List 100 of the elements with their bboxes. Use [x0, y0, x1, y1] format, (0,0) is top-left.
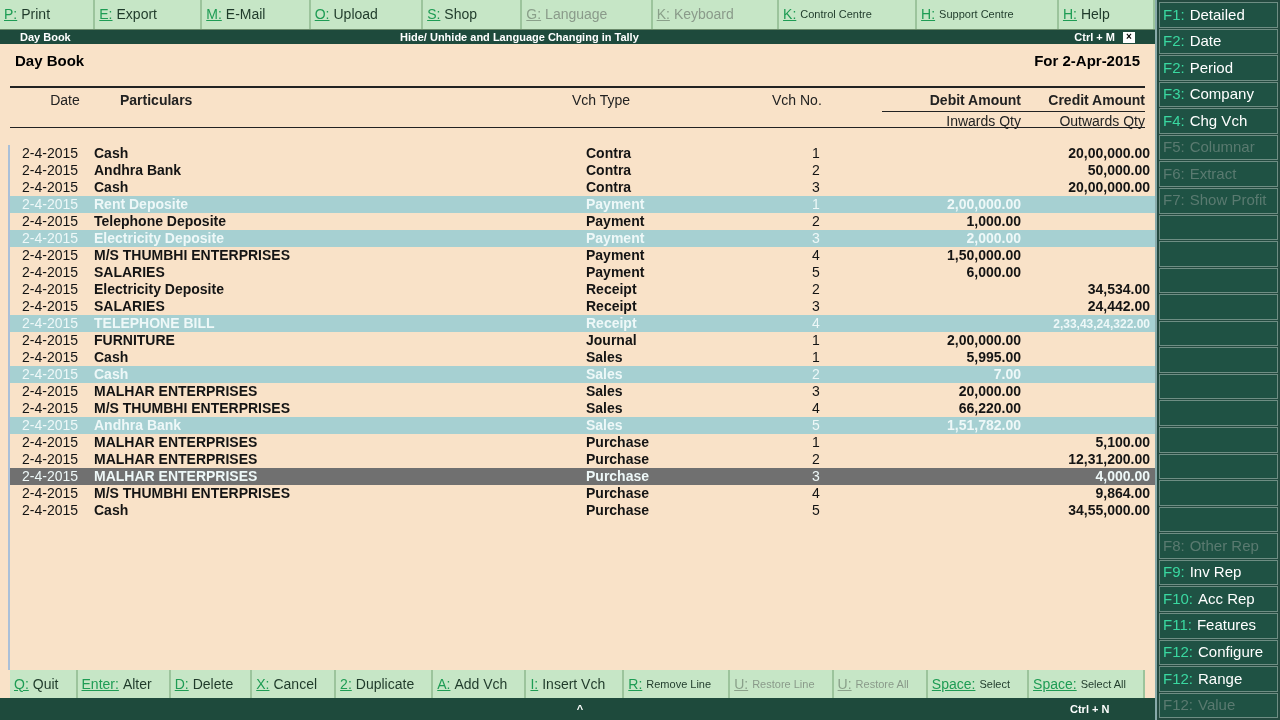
credit-cell-text: 9,864.00	[1094, 484, 1150, 503]
function-key-button[interactable]: F11: Features	[1159, 612, 1278, 639]
close-button[interactable]: ×	[1123, 31, 1135, 43]
particulars-cell-text: Cash	[94, 501, 130, 520]
function-key-button[interactable]: F12: Range	[1159, 666, 1278, 692]
vch-no-cell-text: 2	[811, 212, 821, 231]
vch-no-cell-text: 4	[811, 484, 821, 503]
report-period: For 2-Apr-2015	[1034, 51, 1140, 71]
voucher-row[interactable]: 2-4-2015 Cash Sales 1 5,995.00	[10, 349, 1155, 366]
vch-no-cell-text: 1	[811, 144, 821, 163]
voucher-row[interactable]: 2-4-2015 Cash Contra 1 20,00,000.00	[10, 145, 1155, 162]
vch-type-cell-text: Payment	[586, 195, 646, 214]
function-key-button[interactable]: F12: Configure	[1159, 639, 1278, 666]
caret-icon[interactable]: ^	[575, 700, 585, 718]
voucher-row[interactable]: 2-4-2015 Cash Contra 3 20,00,000.00	[10, 179, 1155, 196]
credit-cell-text: 24,442.00	[1086, 297, 1150, 316]
particulars-cell-text: Electricity Deposite	[94, 280, 225, 299]
voucher-row[interactable]: 2-4-2015 Electricity Deposite Receipt 2 34,534.00	[10, 281, 1155, 298]
voucher-row[interactable]: 2-4-2015 SALARIES Receipt 3 24,442.00	[10, 298, 1155, 315]
vch-type-cell-text: Payment	[586, 229, 646, 248]
voucher-row[interactable]: 2-4-2015 M/S THUMBHI ENTERPRISES Payment 4 1,50,000.00	[10, 247, 1155, 264]
vch-type-cell-text: Purchase	[586, 484, 651, 503]
vch-type-cell-text: Sales	[586, 365, 624, 384]
particulars-cell-text: MALHAR ENTERPRISES	[94, 450, 259, 469]
voucher-row[interactable]: 2-4-2015 MALHAR ENTERPRISES Sales 3 20,000.00	[10, 383, 1155, 400]
date-cell-text: 2-4-2015	[21, 467, 80, 486]
date-cell-text: 2-4-2015	[21, 433, 80, 452]
column-header: Credit Amount	[1025, 88, 1145, 112]
column-header: Date	[49, 91, 81, 110]
credit-cell-text: 34,55,000.00	[1067, 501, 1150, 520]
particulars-cell-text: FURNITURE	[94, 331, 176, 350]
function-key-button[interactable]: F3: Company	[1159, 81, 1278, 108]
voucher-row[interactable]: 2-4-2015 Andhra Bank Contra 2 50,000.00	[10, 162, 1155, 179]
voucher-row[interactable]: 2-4-2015 FURNITURE Journal 1 2,00,000.00	[10, 332, 1155, 349]
vch-type-cell-text: Purchase	[586, 501, 651, 520]
function-key-button[interactable]: F1: Detailed	[1159, 2, 1278, 28]
vch-type-cell-text: Payment	[586, 263, 646, 282]
debit-cell-text: 20,000.00	[957, 382, 1021, 401]
date-cell-text: 2-4-2015	[21, 144, 80, 163]
date-cell-text: 2-4-2015	[21, 416, 80, 435]
particulars-cell-text: MALHAR ENTERPRISES	[94, 433, 259, 452]
vch-no-cell-text: 3	[811, 178, 821, 197]
date-cell-text: 2-4-2015	[21, 212, 80, 231]
vch-type-cell-text: Purchase	[586, 433, 651, 452]
particulars-cell-text: M/S THUMBHI ENTERPRISES	[94, 484, 291, 503]
credit-cell-text: 5,100.00	[1094, 433, 1150, 452]
vch-no-cell-text: 5	[811, 416, 821, 435]
date-cell-text: 2-4-2015	[21, 229, 80, 248]
date-cell-text: 2-4-2015	[21, 263, 80, 282]
vch-type-cell-text: Sales	[586, 382, 624, 401]
debit-cell-text: 2,00,000.00	[946, 331, 1021, 350]
voucher-row[interactable]: 2-4-2015 Cash Purchase 5 34,55,000.00	[10, 502, 1155, 519]
date-cell-text: 2-4-2015	[21, 382, 80, 401]
column-header: Vch No.	[772, 91, 823, 110]
particulars-cell-text: Cash	[94, 365, 130, 384]
particulars-cell-text: Cash	[94, 144, 130, 163]
date-cell-text: 2-4-2015	[21, 450, 80, 469]
credit-cell-text: 20,00,000.00	[1067, 178, 1150, 197]
vch-type-cell-text: Sales	[586, 348, 624, 367]
voucher-row[interactable]: 2-4-2015 MALHAR ENTERPRISES Purchase 2 12,31,200.00	[10, 451, 1155, 468]
vch-type-cell-text: Sales	[586, 399, 624, 418]
date-cell-text: 2-4-2015	[21, 161, 80, 180]
particulars-cell-text: M/S THUMBHI ENTERPRISES	[94, 246, 291, 265]
column-header: Outwards Qty	[1058, 112, 1145, 129]
function-key-button[interactable]: F10: Acc Rep	[1159, 586, 1278, 612]
debit-cell-text: 1,51,782.00	[946, 416, 1021, 435]
function-key-button[interactable]: F2: Date	[1159, 28, 1278, 55]
voucher-row[interactable]: 2-4-2015 M/S THUMBHI ENTERPRISES Purchase 4 9,864.00	[10, 485, 1155, 502]
debit-cell-text: 2,000.00	[965, 229, 1021, 248]
function-key-button[interactable]: F4: Chg Vch	[1159, 108, 1278, 134]
particulars-cell-text: SALARIES	[94, 263, 166, 282]
vch-type-cell-text: Purchase	[586, 450, 651, 469]
debit-cell-text: 7.00	[992, 365, 1021, 384]
vch-no-cell-text: 2	[811, 365, 821, 384]
voucher-row[interactable]: 2-4-2015 M/S THUMBHI ENTERPRISES Sales 4 66,220.00	[10, 400, 1155, 417]
vch-type-cell-text: Contra	[586, 144, 633, 163]
shortcut-hint: Ctrl + M	[1074, 29, 1115, 45]
title-caption: Hide/ Unhide and Language Changing in Tally	[400, 29, 640, 45]
function-key-button[interactable]: F9: Inv Rep	[1159, 559, 1278, 586]
vch-no-cell-text: 1	[811, 433, 821, 452]
vch-type-cell-text: Receipt	[586, 314, 638, 333]
date-cell-text: 2-4-2015	[21, 280, 80, 299]
voucher-row[interactable]: 2-4-2015 MALHAR ENTERPRISES Purchase 3 4,000.00	[10, 468, 1155, 485]
debit-cell-text: 6,000.00	[965, 263, 1021, 282]
voucher-row[interactable]: 2-4-2015 MALHAR ENTERPRISES Purchase 1 5,100.00	[10, 434, 1155, 451]
column-header: Debit Amount	[882, 88, 1025, 112]
debit-cell-text: 2,00,000.00	[946, 195, 1021, 214]
vch-type-cell-text: Journal	[586, 331, 638, 350]
shortcut-hint: Ctrl + N	[1070, 701, 1110, 717]
vch-no-cell-text: 4	[811, 314, 821, 333]
particulars-cell-text: Andhra Bank	[94, 416, 183, 435]
date-cell-text: 2-4-2015	[21, 246, 80, 265]
date-cell-text: 2-4-2015	[21, 195, 80, 214]
function-key-button[interactable]: F2: Period	[1159, 55, 1278, 81]
vch-no-cell-text: 4	[811, 246, 821, 265]
voucher-row[interactable]: 2-4-2015 Telephone Deposite Payment 2 1,000.00	[10, 213, 1155, 230]
particulars-cell-text: MALHAR ENTERPRISES	[94, 382, 259, 401]
voucher-row[interactable]: 2-4-2015 SALARIES Payment 5 6,000.00	[10, 264, 1155, 281]
vch-type-cell-text: Receipt	[586, 280, 638, 299]
vch-type-cell-text: Payment	[586, 212, 646, 231]
